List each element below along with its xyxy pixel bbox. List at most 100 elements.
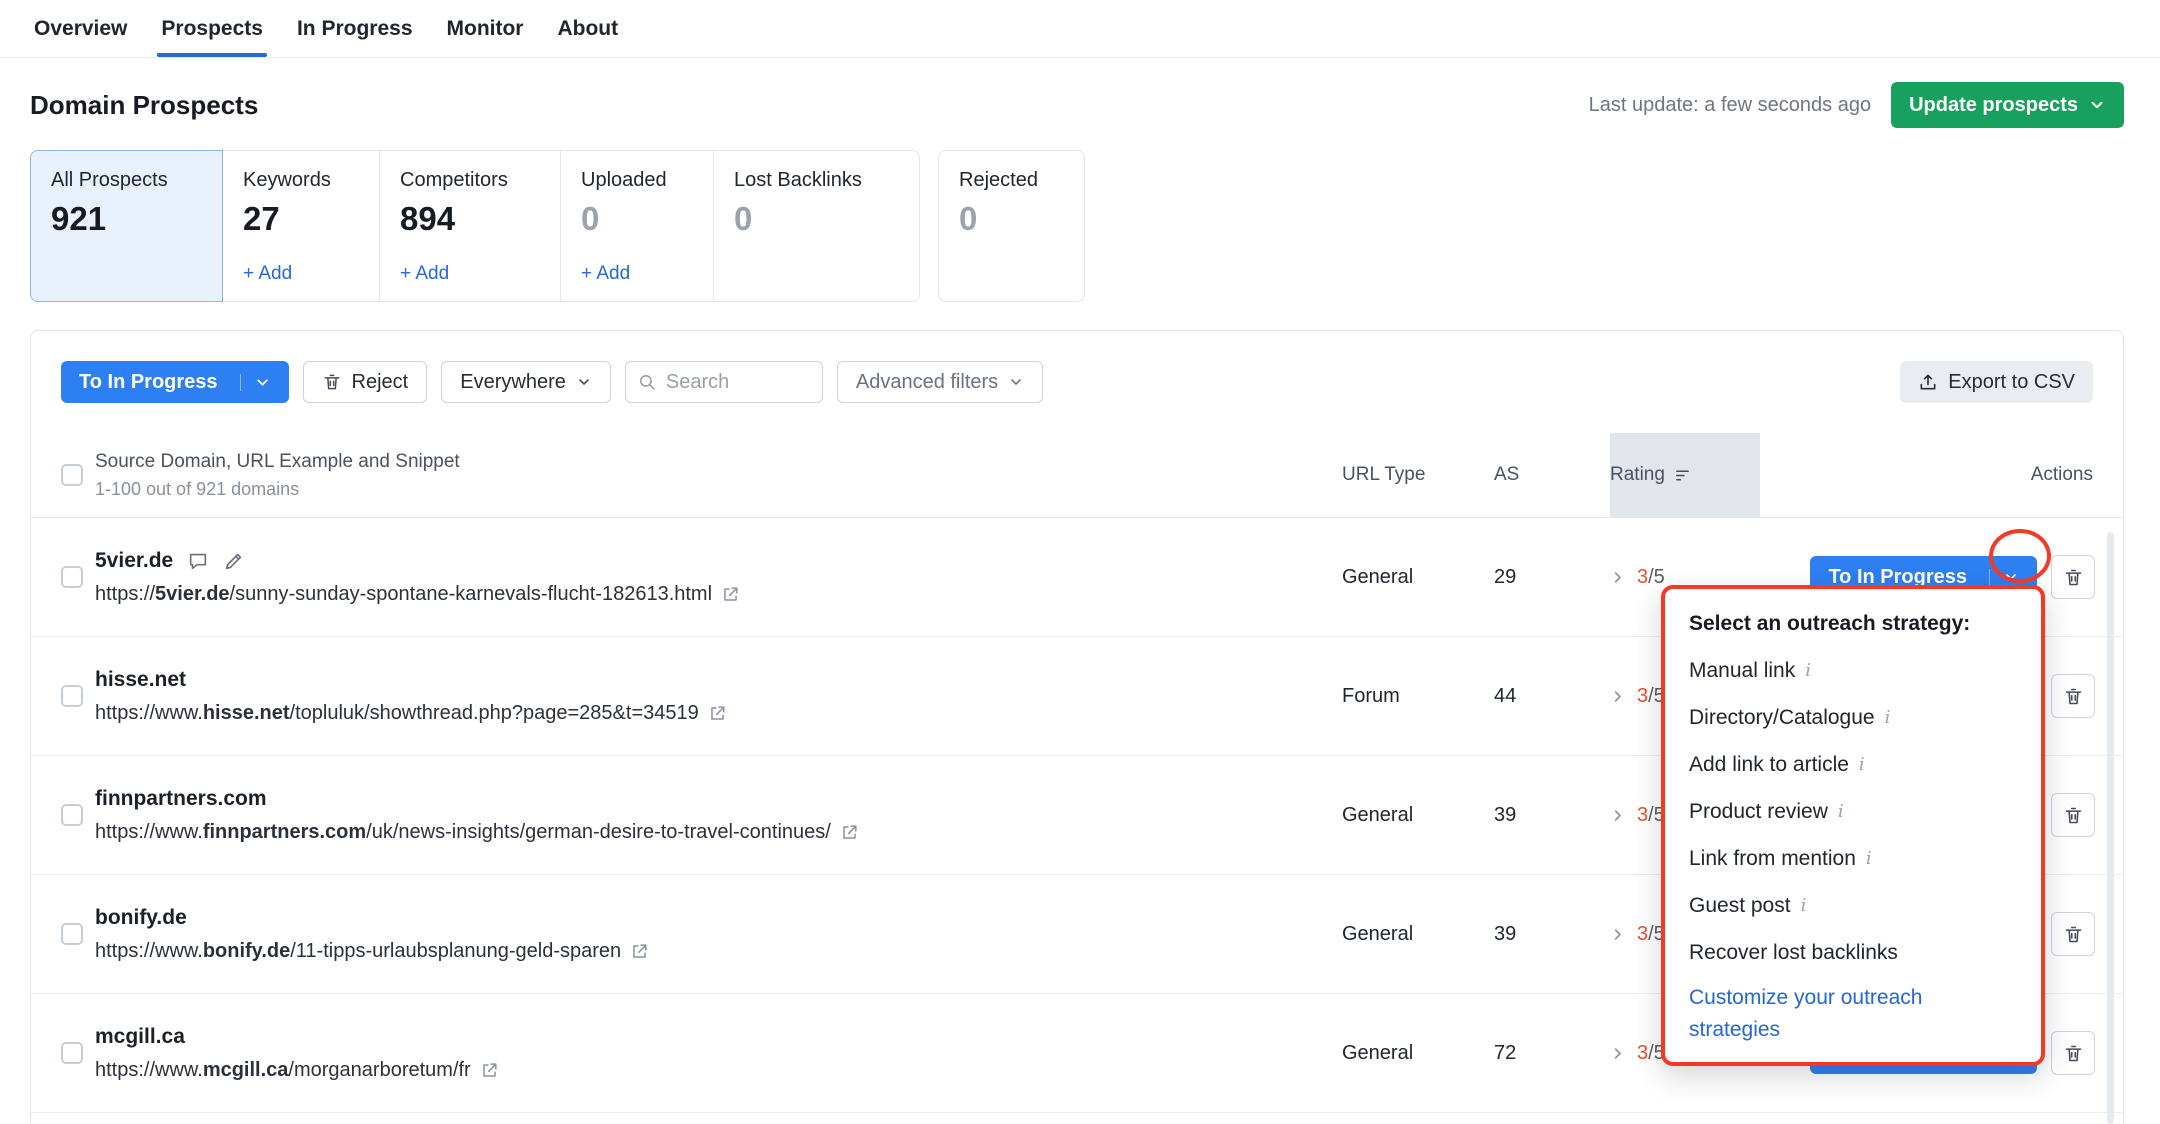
search-icon [638,373,657,392]
reject-button[interactable]: Reject [303,361,428,403]
prospect-source-cards: All Prospects 921 Keywords 27 + Add Comp… [0,150,2160,302]
customize-strategies-link[interactable]: Customize your outreach strategies [1689,982,2017,1046]
top-nav: Overview Prospects In Progress Monitor A… [0,0,2160,58]
menu-item-product-review[interactable]: Product review i [1689,788,2017,835]
card-rejected[interactable]: Rejected 0 [938,150,1085,302]
row-url[interactable]: https://www.mcgill.ca/morganarboretum/fr [95,1059,1322,1082]
external-link-icon[interactable] [708,704,727,723]
expand-chevron-icon[interactable] [1610,808,1625,823]
chevron-down-icon[interactable] [240,374,271,391]
row-rating: 3/5 [1637,566,1665,589]
external-link-icon[interactable] [840,823,859,842]
nav-monitor[interactable]: Monitor [443,0,528,57]
col-rating-header[interactable]: Rating [1610,433,1760,517]
info-icon: i [1885,707,1891,728]
row-as-score: 39 [1494,923,1610,946]
card-competitors[interactable]: Competitors 894 + Add [379,150,561,302]
col-url-type-header: URL Type [1342,464,1494,486]
menu-item-link-from-mention[interactable]: Link from mention i [1689,835,2017,882]
menu-item-guest-post[interactable]: Guest post i [1689,882,2017,929]
row-checkbox[interactable] [61,1042,83,1064]
edit-pencil-icon[interactable] [223,550,245,572]
advanced-filters-button[interactable]: Advanced filters [837,361,1043,403]
sort-icon [1674,467,1691,484]
table-row [31,1113,2123,1124]
chevron-down-icon [1008,374,1024,390]
row-domain[interactable]: hisse.net [95,668,186,692]
nav-prospects[interactable]: Prospects [157,0,267,57]
add-keywords-link[interactable]: + Add [243,263,359,285]
row-delete-button[interactable] [2051,555,2095,599]
page-header: Domain Prospects Last update: a few seco… [0,82,2160,128]
search-box [625,361,823,403]
card-lost-backlinks[interactable]: Lost Backlinks 0 [713,150,920,302]
menu-item-directory-catalogue[interactable]: Directory/Catalogue i [1689,694,2017,741]
row-checkbox[interactable] [61,923,83,945]
table-scrollbar[interactable] [2107,532,2114,1124]
card-keywords[interactable]: Keywords 27 + Add [222,150,380,302]
row-domain[interactable]: bonify.de [95,906,187,930]
comment-icon[interactable] [187,550,209,572]
expand-chevron-icon[interactable] [1610,689,1625,704]
row-domain[interactable]: finnpartners.com [95,787,267,811]
add-competitors-link[interactable]: + Add [400,263,540,285]
row-url-type: Forum [1342,685,1494,708]
card-all-prospects[interactable]: All Prospects 921 [30,150,223,302]
row-as-score: 29 [1494,566,1610,589]
nav-in-progress[interactable]: In Progress [293,0,417,57]
external-link-icon[interactable] [630,942,649,961]
expand-chevron-icon[interactable] [1610,927,1625,942]
info-icon: i [1805,660,1811,681]
row-delete-button[interactable] [2051,674,2095,718]
select-all-checkbox[interactable] [61,464,83,486]
dropdown-title: Select an outreach strategy: [1689,609,2017,639]
info-icon: i [1859,754,1865,775]
export-icon [1918,372,1938,392]
row-checkbox[interactable] [61,566,83,588]
row-domain[interactable]: mcgill.ca [95,1025,185,1049]
row-url-type: General [1342,1042,1494,1065]
export-csv-button[interactable]: Export to CSV [1900,361,2093,403]
row-url[interactable]: https://www.bonify.de/11-tipps-urlaubspl… [95,940,1322,963]
external-link-icon[interactable] [721,585,740,604]
nav-about[interactable]: About [553,0,622,57]
row-as-score: 39 [1494,804,1610,827]
chevron-down-icon[interactable] [1989,569,2019,585]
row-delete-button[interactable] [2051,1031,2095,1075]
page-title: Domain Prospects [30,90,258,121]
row-checkbox[interactable] [61,804,83,826]
info-icon: i [1801,895,1807,916]
col-source-header: Source Domain, URL Example and Snippet [95,451,1342,473]
row-url-type: General [1342,804,1494,827]
update-prospects-button[interactable]: Update prospects [1891,82,2124,128]
info-icon: i [1866,848,1872,869]
menu-item-add-link-to-article[interactable]: Add link to article i [1689,741,2017,788]
bulk-to-in-progress-button[interactable]: To In Progress [61,361,289,403]
expand-chevron-icon[interactable] [1610,570,1625,585]
chevron-down-icon [576,374,592,390]
card-uploaded[interactable]: Uploaded 0 + Add [560,150,714,302]
info-icon: i [1838,801,1844,822]
row-delete-button[interactable] [2051,912,2095,956]
expand-chevron-icon[interactable] [1610,1046,1625,1061]
row-url-type: General [1342,923,1494,946]
chevron-down-icon [2088,96,2106,114]
row-as-score: 44 [1494,685,1610,708]
menu-item-manual-link[interactable]: Manual link i [1689,647,2017,694]
row-url-type: General [1342,566,1494,589]
search-input[interactable] [666,371,810,394]
row-delete-button[interactable] [2051,793,2095,837]
trash-icon [322,372,342,392]
table-toolbar: To In Progress Reject Everywhere Advance… [31,331,2123,433]
scope-select[interactable]: Everywhere [441,361,611,403]
row-url[interactable]: https://www.hisse.net/topluluk/showthrea… [95,702,1322,725]
col-as-header: AS [1494,464,1610,486]
row-url[interactable]: https://www.finnpartners.com/uk/news-ins… [95,821,1322,844]
external-link-icon[interactable] [480,1061,499,1080]
row-url[interactable]: https://5vier.de/sunny-sunday-spontane-k… [95,583,1322,606]
row-checkbox[interactable] [61,685,83,707]
row-domain[interactable]: 5vier.de [95,549,173,573]
nav-overview[interactable]: Overview [30,0,131,57]
add-uploaded-link[interactable]: + Add [581,263,693,285]
menu-item-recover-lost-backlinks[interactable]: Recover lost backlinks [1689,929,2017,976]
